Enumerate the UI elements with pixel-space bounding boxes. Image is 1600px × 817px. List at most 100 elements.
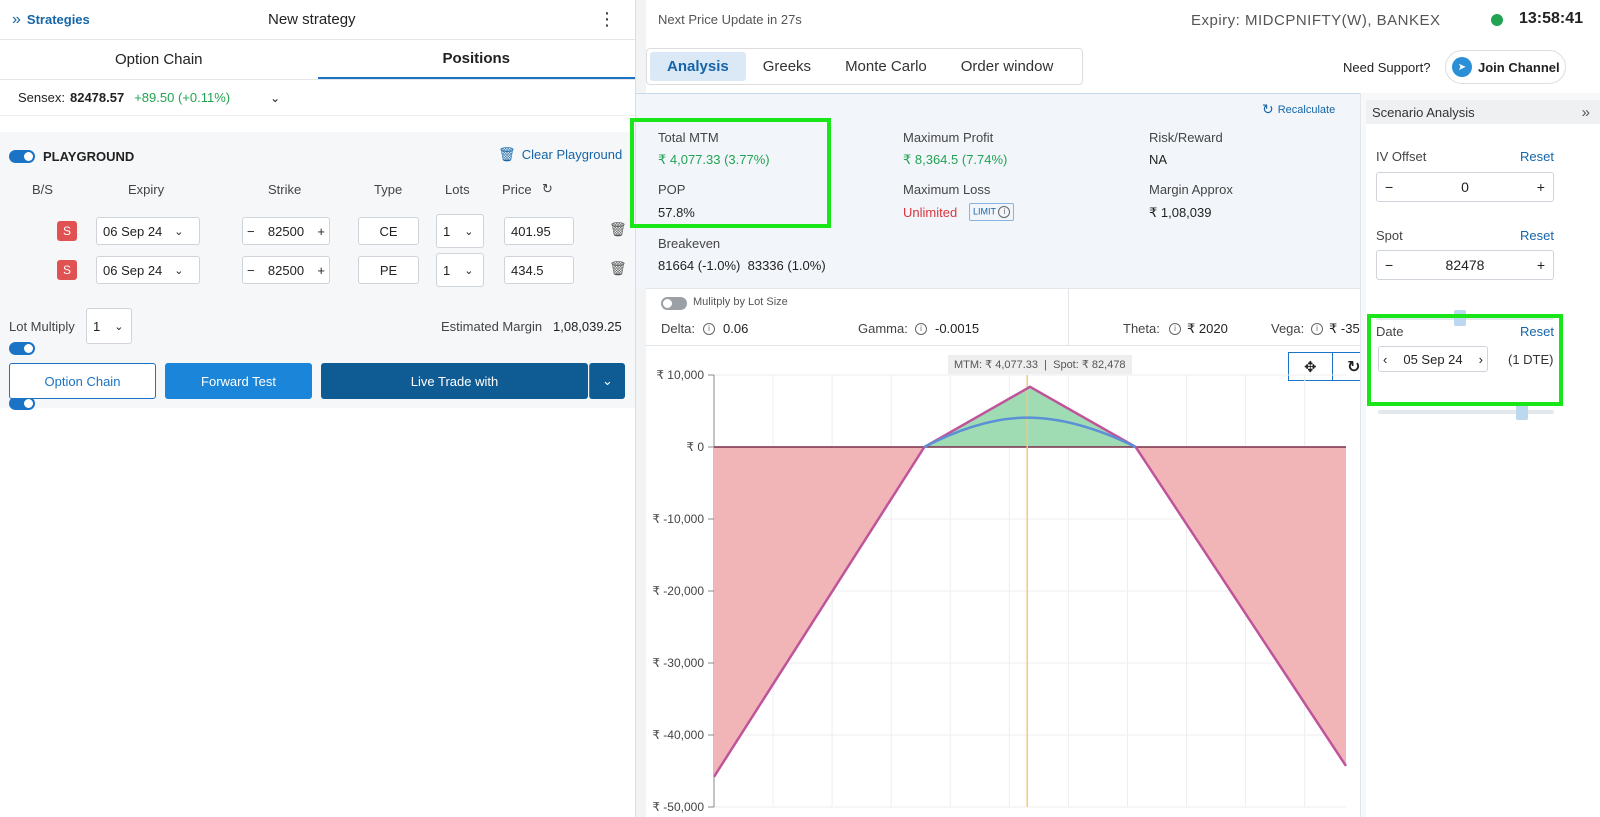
- strategy-title[interactable]: New strategy: [268, 11, 356, 28]
- col-strike: Strike: [268, 182, 302, 197]
- double-chevron-right-icon[interactable]: »: [12, 11, 21, 29]
- limit-badge-label: LIMIT: [973, 206, 996, 217]
- clear-playground-button[interactable]: 🗑 Clear Playground: [498, 146, 622, 163]
- side-badge[interactable]: S: [57, 260, 77, 280]
- price-update-text: Next Price Update in 27s: [658, 12, 802, 27]
- chevron-down-icon[interactable]: ⌄: [270, 91, 280, 105]
- spot-value: 82478: [1445, 257, 1485, 273]
- type-field[interactable]: PE: [358, 256, 419, 284]
- tab-greeks[interactable]: Greeks: [746, 52, 828, 81]
- margin-value: ₹ 1,08,039: [1149, 205, 1212, 220]
- max-profit-label: Maximum Profit: [903, 130, 994, 145]
- lots-select[interactable]: 1 ⌄: [436, 214, 484, 248]
- join-channel-button[interactable]: ➤ Join Channel: [1445, 50, 1566, 84]
- strike-stepper[interactable]: − 82500 +: [242, 256, 330, 284]
- lots-select[interactable]: 1 ⌄: [436, 253, 484, 287]
- spot-stepper[interactable]: − 82478 +: [1376, 250, 1554, 280]
- date-slider[interactable]: [1378, 404, 1554, 420]
- minus-icon[interactable]: −: [247, 224, 255, 239]
- ticker-price: 82478.57: [69, 90, 125, 105]
- lot-multiply-select[interactable]: 1 ⌄: [86, 308, 132, 344]
- kebab-menu-icon[interactable]: ⋮: [598, 9, 616, 30]
- plus-icon[interactable]: +: [1537, 179, 1545, 195]
- plus-icon[interactable]: +: [317, 263, 325, 278]
- trash-icon[interactable]: 🗑: [609, 260, 627, 277]
- ticker-row[interactable]: Sensex: 82478.57 +89.50 (+0.11%) ⌄: [0, 80, 635, 116]
- minus-icon[interactable]: −: [1385, 179, 1393, 195]
- live-trade-button[interactable]: Live Trade with: [321, 363, 588, 399]
- info-icon[interactable]: i: [703, 323, 715, 335]
- chevron-down-icon: ⌄: [114, 320, 124, 333]
- iv-offset-value: 0: [1461, 179, 1469, 195]
- telegram-icon: ➤: [1452, 57, 1472, 77]
- position-row: S 06 Sep 24 ⌄ − 82500 + CE 1 ⌄ 401.95 🗑: [0, 116, 635, 355]
- support-label: Need Support?: [1343, 60, 1431, 75]
- max-loss-label: Maximum Loss: [903, 182, 991, 197]
- highlight-mtm-box: [630, 118, 831, 228]
- y-tick-label: ₹ -20,000: [652, 584, 704, 598]
- y-tick-label: ₹ 10,000: [656, 368, 704, 382]
- breakeven-label: Breakeven: [658, 236, 721, 251]
- expiry-select[interactable]: 06 Sep 24 ⌄: [96, 256, 200, 284]
- plus-icon[interactable]: +: [317, 224, 325, 239]
- price-input[interactable]: 401.95: [504, 217, 574, 245]
- tab-positions[interactable]: Positions: [317, 40, 635, 79]
- spot-label: Spot: [1376, 228, 1403, 243]
- option-chain-button[interactable]: Option Chain: [9, 363, 156, 399]
- chevron-down-icon: ⌄: [174, 264, 184, 277]
- tab-option-chain[interactable]: Option Chain: [0, 40, 318, 79]
- iv-reset-button[interactable]: Reset: [1520, 149, 1554, 164]
- highlight-date-box: [1367, 314, 1563, 406]
- info-icon[interactable]: i: [915, 323, 927, 335]
- refresh-icon[interactable]: ↻: [542, 181, 553, 197]
- y-tick-label: ₹ -50,000: [652, 800, 704, 814]
- minus-icon[interactable]: −: [247, 263, 255, 278]
- breakeven-value: 81664 (-1.0%) 83336 (1.0%): [658, 258, 826, 273]
- col-bs: B/S: [32, 182, 53, 197]
- chevron-down-icon: ⌄: [464, 264, 474, 277]
- forward-test-button[interactable]: Forward Test: [165, 363, 312, 399]
- collapse-icon[interactable]: »: [1582, 104, 1590, 121]
- info-icon[interactable]: i: [1311, 323, 1323, 335]
- y-tick-label: ₹ -10,000: [652, 512, 704, 526]
- scenario-title: Scenario Analysis: [1372, 104, 1475, 120]
- side-badge[interactable]: S: [57, 221, 77, 241]
- strategies-link[interactable]: Strategies: [27, 12, 90, 27]
- col-price: Price: [502, 182, 532, 197]
- type-field[interactable]: CE: [358, 217, 419, 245]
- chevron-down-icon: ⌄: [174, 225, 184, 238]
- date-slider-thumb[interactable]: [1516, 404, 1529, 420]
- strike-value: 82500: [267, 223, 305, 239]
- tab-order-window[interactable]: Order window: [944, 52, 1071, 81]
- tab-analysis[interactable]: Analysis: [650, 52, 746, 81]
- chevron-down-icon: ⌄: [464, 225, 474, 238]
- plus-icon[interactable]: +: [1537, 257, 1545, 273]
- trash-icon[interactable]: 🗑: [609, 221, 627, 238]
- expiry-select[interactable]: 06 Sep 24 ⌄: [96, 217, 200, 245]
- recalculate-button[interactable]: ↻ Recalculate: [1262, 101, 1335, 118]
- minus-icon[interactable]: −: [1385, 257, 1393, 273]
- info-icon: i: [998, 206, 1011, 218]
- ticker-label: Sensex:: [18, 90, 65, 105]
- multiply-toggle[interactable]: [661, 297, 687, 310]
- playground-toggle[interactable]: [9, 150, 35, 163]
- left-panel: » Strategies New strategy ⋮ Option Chain…: [0, 0, 636, 817]
- spot-reset-button[interactable]: Reset: [1520, 228, 1554, 243]
- tab-monte-carlo[interactable]: Monte Carlo: [828, 52, 944, 81]
- clear-playground-label: Clear Playground: [521, 147, 623, 162]
- info-icon[interactable]: i: [1169, 323, 1181, 335]
- delta-value: 0.06: [723, 321, 749, 336]
- strike-stepper[interactable]: − 82500 +: [242, 217, 330, 245]
- chevron-down-icon[interactable]: ⌄: [589, 363, 625, 399]
- leg-toggle[interactable]: [9, 342, 35, 355]
- limit-badge[interactable]: LIMIT i: [969, 203, 1015, 221]
- playground-label: PLAYGROUND: [43, 149, 135, 164]
- iv-offset-stepper[interactable]: − 0 +: [1376, 172, 1554, 202]
- rr-label: Risk/Reward: [1149, 130, 1223, 145]
- iv-offset-label: IV Offset: [1376, 149, 1427, 164]
- price-input[interactable]: 434.5: [504, 256, 574, 284]
- payoff-chart[interactable]: ₹ 10,000 ₹ 0 ₹ -10,000 ₹ -20,000 ₹ -30,000 ₹ …: [646, 360, 1360, 817]
- estimated-margin-value: 1,08,039.25: [553, 319, 622, 334]
- left-tabs: Option Chain Positions: [0, 40, 635, 80]
- trash-icon: 🗑: [498, 146, 516, 162]
